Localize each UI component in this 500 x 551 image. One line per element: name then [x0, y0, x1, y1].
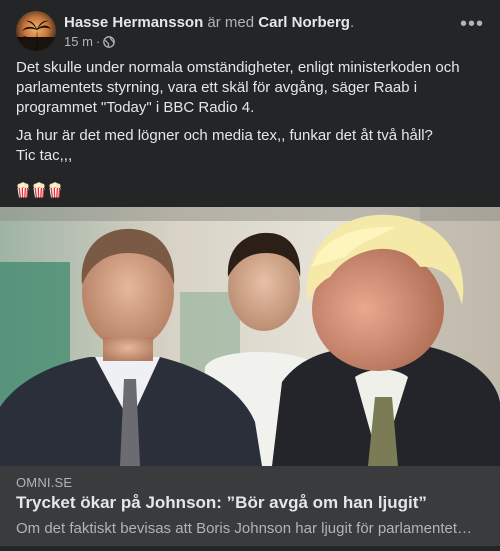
post-line: Ja hur är det med lögner och media tex,,… [16, 127, 433, 144]
author-avatar[interactable] [16, 11, 56, 51]
tagged-person[interactable]: Carl Norberg [258, 14, 350, 31]
globe-icon [103, 36, 116, 48]
news-photo [0, 207, 500, 466]
emoji-row [16, 180, 486, 200]
link-domain: OMNI.SE [16, 475, 73, 490]
popcorn-emoji [33, 182, 45, 198]
tagged-suffix: . [349, 14, 355, 31]
link-description: Om det faktiskt bevisas att Boris Johnso… [16, 520, 473, 537]
facebook-post: Hasse Hermansson är med Carl Norberg. 15… [0, 0, 500, 551]
link-preview-image[interactable] [0, 207, 500, 466]
link-headline[interactable]: Trycket ökar på Johnson: ”Bör avgå om ha… [16, 492, 486, 514]
palm-tree-sunset-image [16, 20, 56, 51]
with-text: är med [207, 14, 255, 31]
post-time[interactable]: 15 m [64, 34, 93, 50]
post-line: Tic tac,,, [16, 147, 73, 164]
post-paragraph: Det skulle under normala omständigheter,… [16, 59, 460, 116]
meta-separator: · [95, 34, 101, 49]
post-meta: 15 m · [64, 34, 116, 50]
post-header: Hasse Hermansson är med Carl Norberg. 15… [16, 11, 486, 51]
post-text: Det skulle under normala omständigheter,… [16, 58, 486, 208]
author-line: Hasse Hermansson är med Carl Norberg. [64, 13, 354, 33]
popcorn-emoji [17, 182, 29, 198]
link-preview-card[interactable]: OMNI.SE Trycket ökar på Johnson: ”Bör av… [0, 466, 500, 546]
author-name[interactable]: Hasse Hermansson [64, 14, 203, 31]
more-options-button[interactable]: ••• [458, 14, 486, 41]
popcorn-emoji [49, 182, 61, 198]
post-footer-divider [0, 546, 500, 551]
post-paragraph: Ja hur är det med lögner och media tex,,… [16, 126, 486, 166]
